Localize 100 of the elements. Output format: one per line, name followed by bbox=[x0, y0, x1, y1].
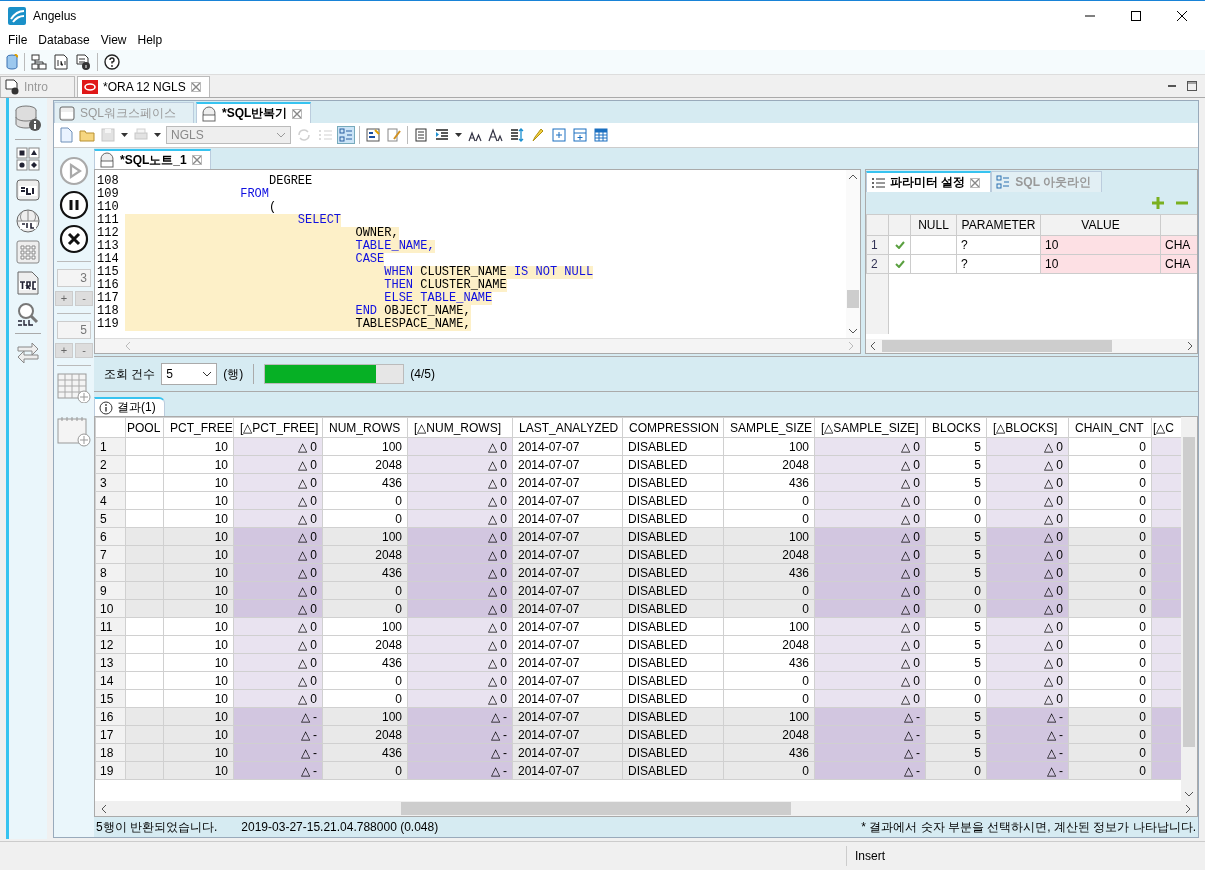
column-header[interactable]: POOL bbox=[125, 417, 164, 438]
table-cell: 0 bbox=[1068, 635, 1152, 654]
column-header[interactable]: PCT_FREE bbox=[163, 417, 234, 438]
document-tab[interactable]: *ORA 12 NGLS bbox=[77, 76, 210, 97]
parameter-list-icon bbox=[871, 175, 885, 190]
sql-file-icon[interactable] bbox=[53, 54, 69, 70]
add-icon[interactable] bbox=[1151, 196, 1165, 210]
add-calendar-icon[interactable] bbox=[57, 415, 91, 447]
column-header[interactable]: LAST_ANALYZED bbox=[512, 417, 623, 438]
indent-icon[interactable] bbox=[434, 127, 450, 143]
sort-icon[interactable] bbox=[509, 127, 525, 143]
column-header[interactable]: [△PCT_FREE] bbox=[233, 417, 323, 438]
add-row-icon[interactable] bbox=[572, 127, 588, 143]
trace-file-icon[interactable] bbox=[16, 271, 40, 295]
highlighter-icon[interactable] bbox=[530, 127, 546, 143]
column-header[interactable]: BLOCKS bbox=[925, 417, 987, 438]
column-header[interactable]: VALUE bbox=[1040, 214, 1161, 236]
table-cell: 0 bbox=[1068, 725, 1152, 744]
table-cell: 436 bbox=[723, 473, 815, 492]
panel-icon[interactable] bbox=[413, 127, 429, 143]
table-cell: DISABLED bbox=[622, 743, 724, 762]
column-header[interactable]: [△BLOCKS] bbox=[986, 417, 1069, 438]
grid-icon[interactable] bbox=[16, 240, 40, 264]
column-header[interactable]: [△NUM_ROWS] bbox=[407, 417, 513, 438]
stop-button[interactable] bbox=[59, 224, 89, 254]
close-icon[interactable] bbox=[1177, 10, 1187, 21]
column-header[interactable]: PARAMETER bbox=[956, 214, 1041, 236]
table-cell: DISABLED bbox=[622, 761, 724, 780]
editor-tab[interactable]: *SQL노트_1 bbox=[94, 149, 211, 169]
caret-icon[interactable] bbox=[455, 133, 462, 137]
scroll-up-icon[interactable] bbox=[848, 174, 858, 180]
table-cell: 10 bbox=[163, 545, 234, 564]
maximize-view-icon[interactable] bbox=[1187, 81, 1197, 91]
scroll-left-icon[interactable] bbox=[870, 341, 876, 351]
shapes-grid-icon[interactable] bbox=[16, 147, 40, 171]
menu-item[interactable]: View bbox=[96, 33, 134, 47]
table-cell: DISABLED bbox=[622, 635, 724, 654]
scrollbar-thumb[interactable] bbox=[1183, 437, 1195, 747]
column-header[interactable]: NUM_ROWS bbox=[322, 417, 408, 438]
column-header[interactable]: [△C bbox=[1151, 417, 1181, 438]
menu-item[interactable]: File bbox=[4, 33, 35, 47]
document-info-icon[interactable] bbox=[75, 54, 91, 70]
table-cell bbox=[125, 761, 164, 780]
window-title: Angelus bbox=[33, 8, 77, 23]
scrollbar-thumb[interactable] bbox=[401, 802, 791, 815]
scroll-down-icon[interactable] bbox=[1184, 791, 1194, 797]
pause-button[interactable] bbox=[59, 190, 89, 220]
table-cell: 5 bbox=[925, 617, 987, 636]
swap-arrows-icon[interactable] bbox=[16, 341, 40, 365]
add-table-icon[interactable] bbox=[57, 373, 91, 403]
line-number: 119 bbox=[96, 318, 120, 331]
new-file-icon[interactable] bbox=[58, 127, 74, 143]
editor-tab[interactable]: *SQL반복기 bbox=[196, 102, 312, 123]
sql-search-icon[interactable] bbox=[16, 302, 40, 326]
edit-icon[interactable] bbox=[386, 127, 402, 143]
network-icon[interactable] bbox=[31, 54, 47, 70]
table-cell: 0 bbox=[723, 671, 815, 690]
table-cell: 2014-07-07 bbox=[512, 653, 623, 672]
column-header[interactable]: SAMPLE_SIZE bbox=[723, 417, 815, 438]
maximize-icon[interactable] bbox=[1131, 10, 1141, 21]
scroll-down-icon[interactable] bbox=[848, 328, 858, 334]
table-cell bbox=[125, 617, 164, 636]
result-message: 5행이 반환되었습니다. bbox=[96, 818, 218, 836]
table-cell: 10 bbox=[163, 455, 234, 474]
column-header[interactable]: [△SAMPLE_SIZE] bbox=[814, 417, 926, 438]
help-icon[interactable] bbox=[104, 54, 120, 70]
row-count-dropdown[interactable]: 5 bbox=[161, 363, 218, 385]
scroll-right-icon[interactable] bbox=[1185, 803, 1191, 814]
table-icon[interactable] bbox=[593, 127, 609, 143]
database-info-icon[interactable] bbox=[14, 104, 42, 132]
folder-icon[interactable] bbox=[79, 127, 95, 143]
table-cell: 0 bbox=[1068, 455, 1152, 474]
menu-item[interactable]: Help bbox=[133, 33, 170, 47]
null-cell[interactable] bbox=[910, 235, 957, 255]
table-cell: 0 bbox=[925, 581, 987, 600]
menu-item[interactable]: Database bbox=[34, 33, 97, 47]
results-tab[interactable]: 결과(1) bbox=[94, 397, 165, 416]
caret-icon[interactable] bbox=[121, 133, 128, 137]
format-icon[interactable] bbox=[365, 127, 381, 143]
column-header[interactable]: COMPRESSION bbox=[622, 417, 724, 438]
font-size-icon[interactable] bbox=[488, 127, 504, 143]
null-cell[interactable] bbox=[910, 254, 957, 274]
panel-tab[interactable]: 파라미터 설정 bbox=[866, 171, 992, 192]
scrollbar-thumb[interactable] bbox=[882, 340, 1112, 352]
scroll-right-icon[interactable] bbox=[1187, 341, 1193, 351]
scrollbar-thumb[interactable] bbox=[847, 290, 859, 308]
table-cell: 2014-07-07 bbox=[512, 455, 623, 474]
table-cell: 0 bbox=[925, 689, 987, 708]
add-column-icon[interactable] bbox=[551, 127, 567, 143]
database-icon[interactable] bbox=[6, 54, 18, 70]
table-cell: 0 bbox=[1068, 599, 1152, 618]
table-cell bbox=[125, 707, 164, 726]
outline-icon[interactable] bbox=[338, 127, 354, 143]
scroll-left-icon[interactable] bbox=[101, 803, 107, 814]
caret-icon[interactable] bbox=[154, 133, 161, 137]
column-header[interactable]: CHAIN_CNT bbox=[1068, 417, 1152, 438]
column-header[interactable]: NULL bbox=[910, 214, 957, 236]
table-cell bbox=[125, 689, 164, 708]
table-cell: 436 bbox=[322, 473, 408, 492]
table-cell: 0 bbox=[322, 761, 408, 780]
